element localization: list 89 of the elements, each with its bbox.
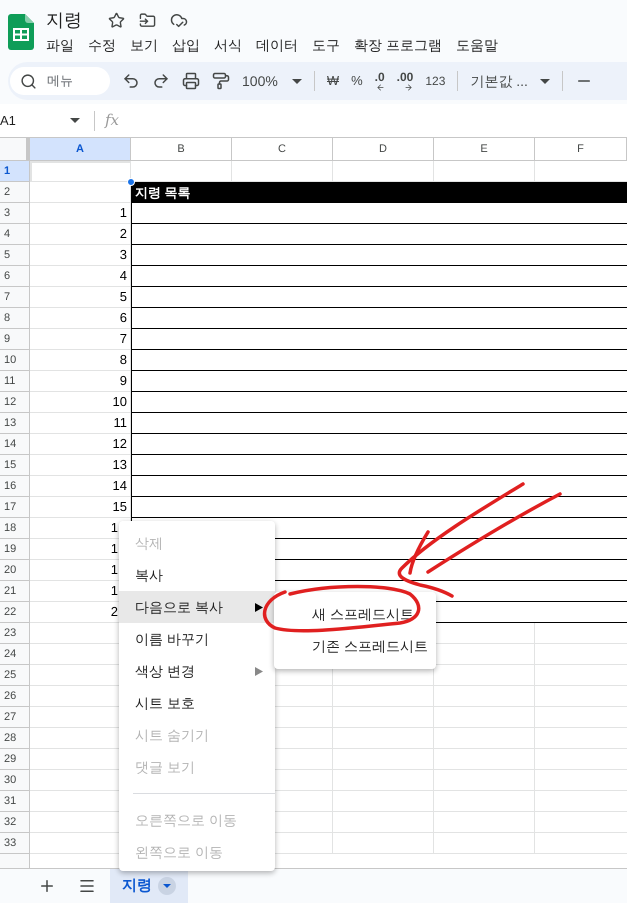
table-cell-text: 9 [120, 372, 127, 390]
table-cell-text: 1 [120, 204, 127, 222]
font-dropdown[interactable]: 기본값 ... [470, 70, 550, 92]
table-cell-text: 7 [120, 330, 127, 348]
document-title[interactable]: 지령 [46, 6, 82, 34]
row-header[interactable]: 17 [0, 497, 30, 518]
row-header[interactable]: 23 [0, 623, 30, 644]
function-label: fx [105, 110, 120, 132]
table-cell-text: 1 [110, 519, 118, 538]
row-header[interactable]: 20 [0, 560, 30, 581]
currency-button[interactable]: ₩ [326, 71, 340, 91]
context-menu-item[interactable]: 이름 바꾸기 [119, 623, 275, 655]
table-cell-text: 14 [112, 477, 127, 496]
row-header[interactable]: 4 [0, 224, 30, 245]
submenu-item[interactable]: 새 스프레드시트 [274, 598, 436, 630]
submenu-item[interactable]: 기존 스프레드시트 [274, 630, 436, 662]
context-menu-item[interactable]: 색상 변경 [119, 655, 275, 687]
column-header[interactable]: D [333, 138, 434, 161]
row-header[interactable]: 7 [0, 287, 30, 308]
table-cell-text: 8 [120, 351, 127, 370]
number-format-button[interactable]: 123 [425, 72, 446, 90]
increase-decimal-button[interactable]: .00 [396, 70, 414, 92]
table-cell-text: 1 [110, 540, 118, 558]
menu-bar-item[interactable]: 확장 프로그램 [354, 34, 442, 56]
menu-search-field[interactable]: 메뉴 [10, 67, 110, 95]
table-cell-text: 2 [110, 603, 118, 622]
row-header[interactable]: 33 [0, 833, 30, 854]
column-header[interactable]: C [232, 138, 333, 161]
row-header[interactable]: 9 [0, 329, 30, 350]
row-header[interactable]: 2 [0, 182, 30, 203]
row-header[interactable]: 32 [0, 812, 30, 833]
menu-bar-item[interactable]: 도움말 [456, 34, 498, 56]
row-header[interactable]: 6 [0, 266, 30, 287]
menu-bar-item[interactable]: 파일 [46, 34, 74, 56]
menu-bar-item[interactable]: 서식 [214, 34, 242, 56]
row-header[interactable]: 30 [0, 770, 30, 791]
row-header[interactable]: 19 [0, 539, 30, 560]
column-header[interactable]: B [131, 138, 232, 161]
table-cell-text: 4 [120, 267, 127, 286]
menu-bar-item[interactable]: 보기 [130, 34, 158, 56]
table-cell-text: 15 [112, 498, 127, 516]
table-cell-text: 6 [120, 309, 127, 328]
table-cell-text: 12 [112, 435, 127, 454]
column-header[interactable]: F [535, 138, 627, 161]
row-header[interactable]: 29 [0, 749, 30, 770]
row-header[interactable]: 18 [0, 518, 30, 539]
context-menu-item[interactable]: 시트 보호 [119, 687, 275, 719]
percent-button[interactable]: % [351, 71, 363, 91]
context-menu-item[interactable]: 다음으로 복사 [119, 591, 275, 623]
row-header[interactable]: 5 [0, 245, 30, 266]
menu-bar-item[interactable]: 데이터 [256, 34, 298, 56]
row-header[interactable]: 28 [0, 728, 30, 749]
row-header[interactable]: 27 [0, 707, 30, 728]
table-cell-text: 10 [112, 393, 127, 412]
zoom-dropdown[interactable]: 100% [242, 70, 302, 92]
row-header[interactable]: 21 [0, 581, 30, 602]
table-cell-text: 13 [112, 456, 127, 474]
table-title: 지령 목록 [135, 184, 191, 202]
decrease-decimal-button[interactable]: .0 [374, 70, 385, 92]
column-header[interactable]: E [434, 138, 535, 161]
menu-bar-item[interactable]: 도구 [312, 34, 340, 56]
row-header[interactable]: 31 [0, 791, 30, 812]
row-header[interactable]: 16 [0, 476, 30, 497]
row-header[interactable]: 26 [0, 686, 30, 707]
table-cell-text: 2 [120, 225, 127, 244]
row-header[interactable]: 15 [0, 455, 30, 476]
table-cell-text: 3 [120, 246, 127, 264]
search-placeholder: 메뉴 [47, 72, 73, 90]
sheet-tab[interactable]: 지령 [110, 869, 188, 903]
context-menu-item[interactable]: 복사 [119, 559, 275, 591]
row-header[interactable]: 13 [0, 413, 30, 434]
table-cell-text: 11 [114, 414, 127, 432]
row-header[interactable]: 10 [0, 350, 30, 371]
row-header[interactable]: 12 [0, 392, 30, 413]
row-header[interactable]: 22 [0, 602, 30, 623]
column-header[interactable]: A [30, 138, 131, 161]
name-box[interactable]: A1 [0, 110, 88, 130]
row-header[interactable]: 1 [0, 161, 30, 182]
table-cell-text: 1 [110, 561, 118, 580]
table-cell-text: 5 [120, 288, 127, 306]
row-header[interactable]: 8 [0, 308, 30, 329]
row-header[interactable]: 25 [0, 665, 30, 686]
row-header[interactable]: 24 [0, 644, 30, 665]
row-header[interactable]: 3 [0, 203, 30, 224]
menu-bar-item[interactable]: 수정 [88, 34, 116, 56]
table-cell-text: 1 [110, 582, 118, 600]
row-header[interactable]: 11 [0, 371, 30, 392]
menu-bar-item[interactable]: 삽입 [172, 34, 200, 56]
row-header[interactable]: 14 [0, 434, 30, 455]
